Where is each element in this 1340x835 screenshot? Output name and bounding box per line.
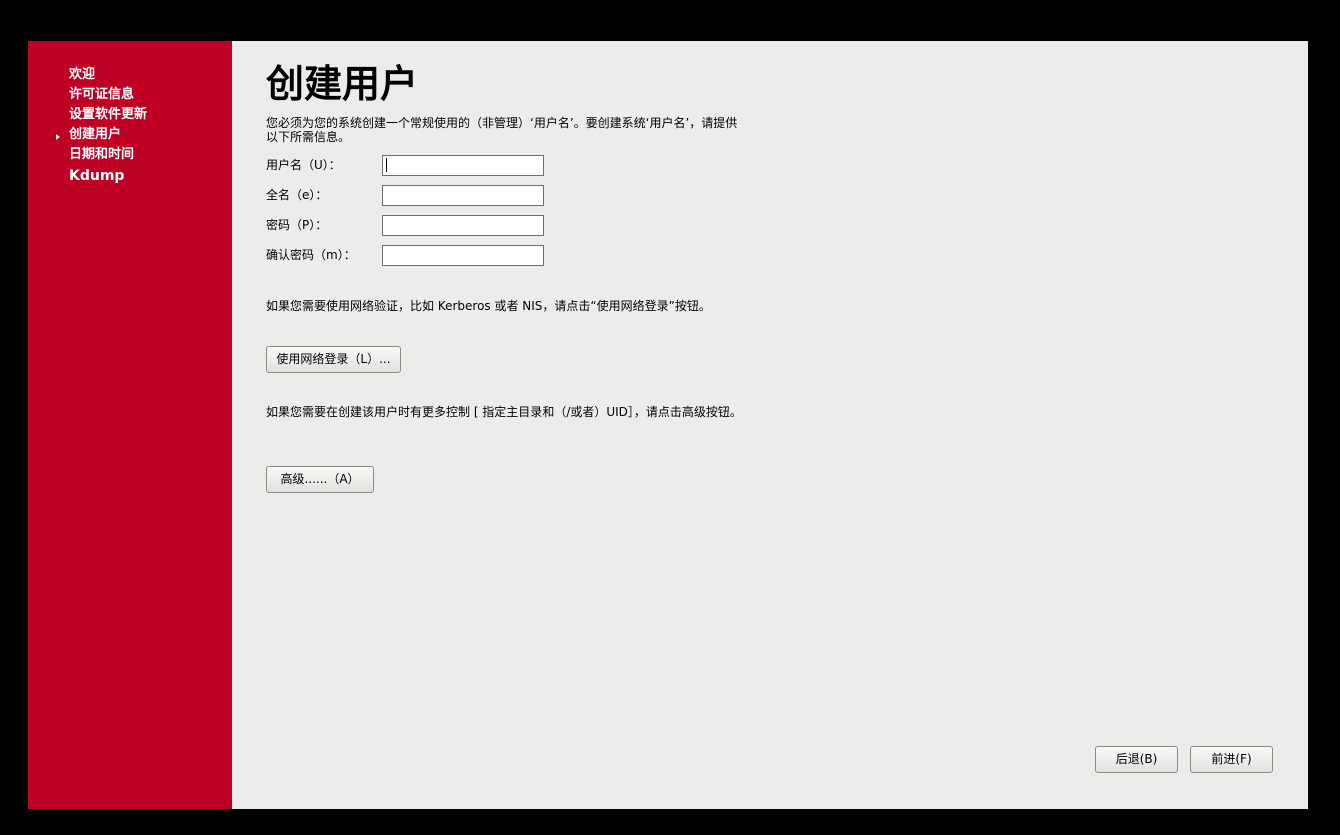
sidebar-item-license: 许可证信息: [69, 87, 135, 102]
sidebar-item-date-time: 日期和时间: [69, 147, 135, 162]
password-field[interactable]: [382, 215, 544, 236]
sidebar-item-create-user: 创建用户: [69, 127, 122, 142]
firstboot-window: 欢迎 许可证信息 设置软件更新 创建用户 日期和时间 Kdump 创建用户 您必…: [28, 41, 1308, 809]
advanced-info-text: 如果您需要在创建该用户时有更多控制 [ 指定主目录和（/或者）UID］，请点击高…: [266, 405, 742, 419]
text-caret: [386, 158, 387, 172]
main-content: 创建用户 您必须为您的系统创建一个常规使用的（非管理）‘用户名’。要创建系统‘用…: [232, 41, 1308, 809]
intro-text: 您必须为您的系统创建一个常规使用的（非管理）‘用户名’。要创建系统‘用户名’，请…: [266, 116, 738, 144]
confirm-password-label: 确认密码（m）：: [266, 248, 356, 262]
network-auth-text: 如果您需要使用网络验证，比如 Kerberos 或者 NIS，请点击“使用网络登…: [266, 299, 711, 313]
sidebar-item-welcome: 欢迎: [69, 67, 96, 82]
confirm-password-field[interactable]: [382, 245, 544, 266]
network-login-button[interactable]: 使用网络登录（L）...: [266, 346, 401, 373]
back-button[interactable]: 后退(B): [1095, 746, 1178, 773]
sidebar-item-software-updates: 设置软件更新: [69, 107, 148, 122]
advanced-button[interactable]: 高级......（A）: [266, 466, 374, 493]
password-label: 密码（P）：: [266, 218, 328, 232]
fullname-label: 全名（e）：: [266, 188, 328, 202]
page-title: 创建用户: [266, 62, 419, 106]
fullname-field[interactable]: [382, 185, 544, 206]
sidebar: 欢迎 许可证信息 设置软件更新 创建用户 日期和时间 Kdump: [28, 41, 232, 809]
username-field[interactable]: [382, 155, 544, 176]
forward-button[interactable]: 前进(F): [1190, 746, 1273, 773]
triangle-right-icon: [56, 134, 60, 140]
sidebar-item-kdump: Kdump: [69, 168, 125, 184]
username-label: 用户名（U）：: [266, 158, 341, 172]
